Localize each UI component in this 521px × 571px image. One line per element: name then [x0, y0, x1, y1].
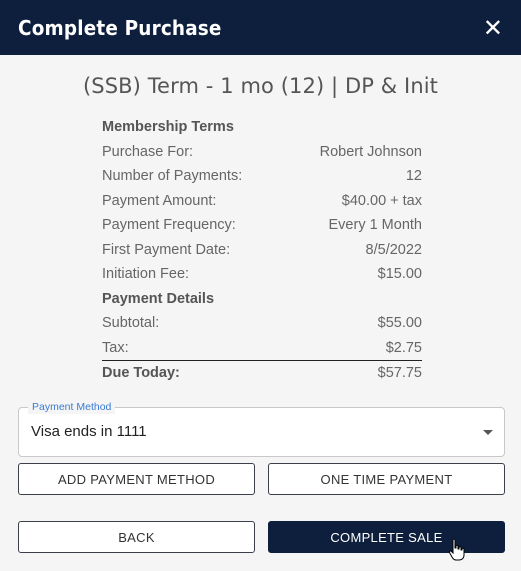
due-today-label: Due Today: — [102, 365, 180, 381]
payment-method-select[interactable]: Payment Method Visa ends in 1111 — [18, 400, 505, 457]
term-row-number-of-payments: Number of Payments: 12 — [102, 164, 422, 189]
payment-method-label: Payment Method — [28, 400, 116, 414]
complete-sale-label: COMPLETE SALE — [330, 529, 443, 545]
term-value: 8/5/2022 — [365, 241, 422, 258]
detail-row-subtotal: Subtotal: $55.00 — [102, 311, 422, 336]
term-row-initiation-fee: Initiation Fee: $15.00 — [102, 262, 422, 287]
term-value: $40.00 + tax — [341, 192, 422, 209]
detail-label: Subtotal: — [102, 315, 160, 331]
detail-row-tax: Tax: $2.75 — [102, 336, 422, 361]
section-heading: Membership Terms — [102, 119, 234, 135]
term-label: Purchase For: — [102, 143, 194, 160]
dialog-header: Complete Purchase ✕ — [0, 0, 521, 55]
term-row-payment-frequency: Payment Frequency: Every 1 Month — [102, 213, 422, 238]
add-payment-method-button[interactable]: ADD PAYMENT METHOD — [18, 463, 255, 495]
term-label: First Payment Date: — [102, 241, 231, 258]
term-value: Robert Johnson — [319, 143, 422, 160]
detail-value: $55.00 — [377, 315, 422, 331]
one-time-payment-label: ONE TIME PAYMENT — [320, 471, 453, 487]
membership-terms-heading: Membership Terms — [102, 115, 422, 140]
term-value: Every 1 Month — [328, 217, 423, 233]
detail-value: $2.75 — [385, 339, 422, 356]
one-time-payment-button[interactable]: ONE TIME PAYMENT — [268, 463, 505, 495]
dialog-title: Complete Purchase — [18, 15, 222, 40]
term-label: Initiation Fee: — [102, 266, 190, 282]
payment-details-heading: Payment Details — [102, 287, 422, 312]
due-today-value: $57.75 — [377, 365, 422, 381]
term-row-payment-amount: Payment Amount: $40.00 + tax — [102, 189, 422, 214]
back-label: BACK — [118, 529, 155, 545]
add-payment-method-label: ADD PAYMENT METHOD — [57, 471, 216, 487]
detail-label: Tax: — [102, 339, 129, 356]
term-label: Number of Payments: — [102, 168, 243, 184]
term-label: Payment Frequency: — [102, 217, 236, 233]
close-icon[interactable]: ✕ — [483, 16, 503, 40]
due-today-row: Due Today: $57.75 — [102, 360, 422, 386]
payment-method-value: Visa ends in 1111 — [31, 423, 147, 440]
back-button[interactable]: BACK — [18, 521, 255, 553]
section-heading: Payment Details — [102, 290, 215, 307]
term-row-first-payment-date: First Payment Date: 8/5/2022 — [102, 238, 422, 263]
hand-cursor-icon — [448, 538, 465, 561]
term-value: 12 — [405, 168, 422, 184]
term-row-purchase-for: Purchase For: Robert Johnson — [102, 140, 422, 165]
plan-title: (SSB) Term - 1 mo (12) | DP & Init — [82, 74, 439, 98]
term-value: $15.00 — [377, 266, 422, 282]
term-label: Payment Amount: — [102, 192, 217, 209]
complete-sale-button[interactable]: COMPLETE SALE — [268, 521, 505, 553]
purchase-summary: Membership Terms Purchase For: Robert Jo… — [102, 115, 422, 386]
dropdown-arrow-icon — [483, 430, 493, 435]
